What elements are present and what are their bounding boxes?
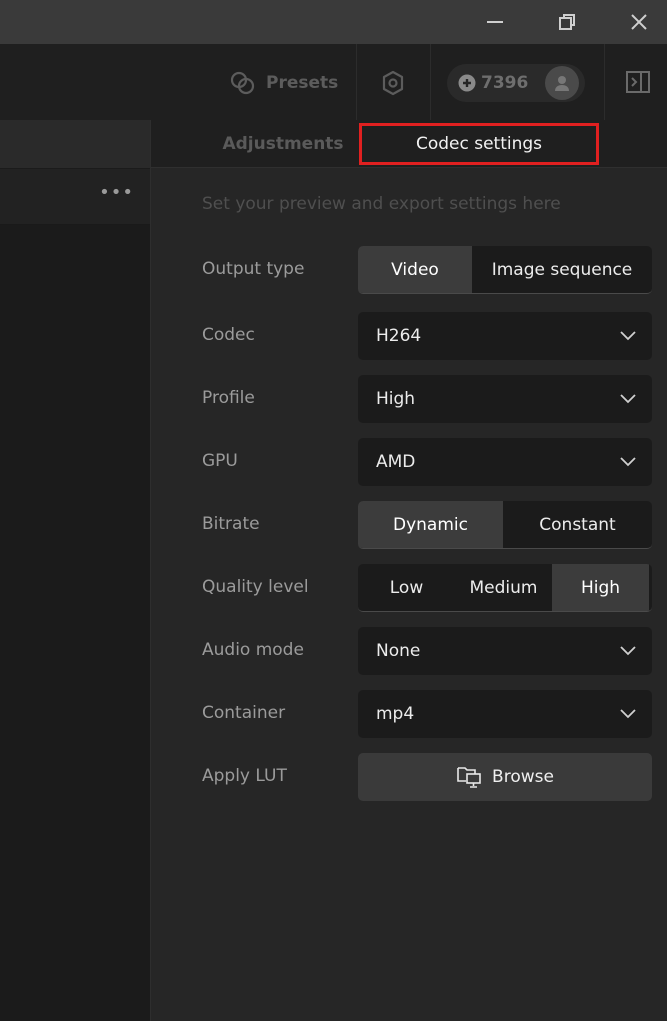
more-options-button[interactable]: ••• xyxy=(99,183,134,203)
sidebar-toggle-icon xyxy=(626,71,650,93)
left-panel: ••• xyxy=(0,120,150,1021)
browse-lut-button[interactable]: Browse xyxy=(358,753,652,801)
browse-label: Browse xyxy=(492,767,554,787)
profile-label: Profile xyxy=(202,388,255,408)
plus-circle-icon xyxy=(458,74,476,92)
list-item[interactable]: ••• xyxy=(0,169,150,225)
quality-medium[interactable]: Medium xyxy=(455,564,552,611)
bitrate-label: Bitrate xyxy=(202,514,260,534)
presets-button[interactable]: Presets xyxy=(228,66,338,100)
output-type-image-sequence[interactable]: Image sequence xyxy=(472,246,652,293)
container-select[interactable]: mp4 xyxy=(358,690,652,738)
avatar[interactable] xyxy=(545,66,579,100)
tab-adjustments[interactable]: Adjustments xyxy=(221,120,345,168)
bitrate-dynamic[interactable]: Dynamic xyxy=(358,501,503,548)
output-type-label: Output type xyxy=(202,259,305,279)
user-icon xyxy=(555,76,569,91)
chevron-down-icon xyxy=(620,331,636,341)
profile-select[interactable]: High xyxy=(358,375,652,423)
presets-icon xyxy=(230,71,255,95)
codec-value: H264 xyxy=(376,326,422,346)
gpu-value: AMD xyxy=(376,452,416,472)
presets-label: Presets xyxy=(266,73,339,93)
minimize-button[interactable] xyxy=(472,0,518,44)
settings-button[interactable] xyxy=(378,68,408,98)
quality-high[interactable]: High xyxy=(552,564,649,611)
quality-level-label: Quality level xyxy=(202,577,309,597)
restore-icon xyxy=(559,14,575,30)
gpu-label: GPU xyxy=(202,451,238,471)
container-value: mp4 xyxy=(376,704,415,724)
toolbar-divider xyxy=(356,44,357,120)
chevron-down-icon xyxy=(620,709,636,719)
audio-mode-label: Audio mode xyxy=(202,640,304,660)
close-icon xyxy=(631,14,647,30)
toolbar-divider xyxy=(604,44,605,120)
audio-mode-select[interactable]: None xyxy=(358,627,652,675)
codec-label: Codec xyxy=(202,325,255,345)
credits-badge[interactable]: 7396 xyxy=(447,64,585,102)
title-bar xyxy=(0,0,667,44)
restore-button[interactable] xyxy=(544,0,590,44)
chevron-down-icon xyxy=(620,646,636,656)
audio-mode-value: None xyxy=(376,641,421,661)
gpu-select[interactable]: AMD xyxy=(358,438,652,486)
bitrate-toggle: Dynamic Constant xyxy=(358,501,652,549)
chevron-down-icon xyxy=(620,457,636,467)
chevron-down-icon xyxy=(620,394,636,404)
panel-toggle-button[interactable] xyxy=(624,68,652,96)
quality-low[interactable]: Low xyxy=(358,564,455,611)
profile-value: High xyxy=(376,389,416,409)
credits-count: 7396 xyxy=(481,73,529,93)
minimize-icon xyxy=(487,21,503,23)
codec-settings-panel: Adjustments Codec settings Set your prev… xyxy=(150,120,667,1021)
panel-tabs: Adjustments Codec settings xyxy=(151,120,667,168)
top-toolbar: Presets 7396 xyxy=(0,44,667,120)
folder-monitor-icon xyxy=(457,767,481,788)
toolbar-divider xyxy=(430,44,431,120)
close-button[interactable] xyxy=(616,0,662,44)
panel-subtitle: Set your preview and export settings her… xyxy=(202,194,561,214)
tab-codec-settings[interactable]: Codec settings xyxy=(359,123,599,165)
gear-icon xyxy=(382,70,404,96)
container-label: Container xyxy=(202,703,286,723)
bitrate-constant[interactable]: Constant xyxy=(503,501,652,548)
apply-lut-label: Apply LUT xyxy=(202,766,287,786)
output-type-video[interactable]: Video xyxy=(358,246,472,293)
output-type-toggle: Video Image sequence xyxy=(358,246,652,294)
quality-level-toggle: Low Medium High xyxy=(358,564,652,612)
left-panel-header xyxy=(0,120,150,168)
codec-select[interactable]: H264 xyxy=(358,312,652,360)
